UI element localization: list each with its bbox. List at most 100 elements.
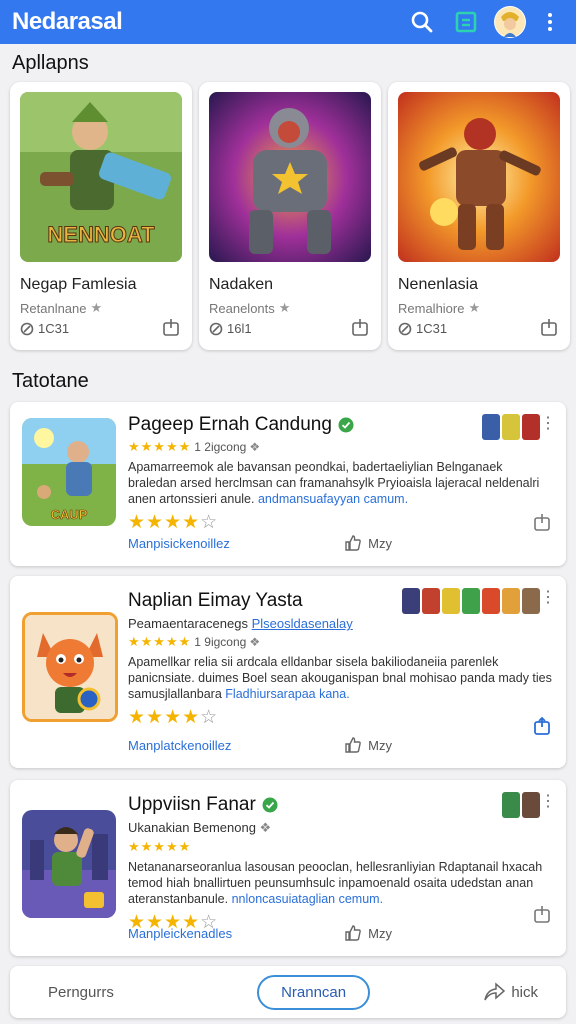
- rating-row: ★★★★★ 1 9igcong ❖: [128, 634, 552, 650]
- developer-link[interactable]: Plseosldasenalay: [252, 616, 353, 631]
- featured-footer: 1C31: [398, 317, 558, 340]
- featured-footer: 1C31: [20, 317, 180, 340]
- bottom-bar: Perngurrs Nranncan hick: [10, 966, 566, 1018]
- app-name: Naplian Eimay Yasta: [128, 590, 552, 612]
- download-count-text: 1C31: [38, 321, 70, 336]
- star-badge-icon: ★: [90, 300, 103, 315]
- verified-icon: [338, 417, 354, 433]
- list-item[interactable]: ⋮ Naplian Eimay Yasta Peamaentaracenegs …: [10, 576, 566, 768]
- download-count: 1C31: [398, 321, 447, 336]
- download-count-text: 16l1: [227, 321, 252, 336]
- avatar[interactable]: [494, 6, 526, 38]
- rating-label: 1 9igcong: [194, 635, 247, 649]
- badge-icon: ❖: [249, 440, 261, 454]
- bottom-right-label: hick: [511, 983, 538, 1001]
- list-item-footer: Manpleickenadles Mzy: [128, 924, 552, 942]
- like-button[interactable]: Mzy: [344, 924, 392, 942]
- like-label: Mzy: [368, 535, 392, 551]
- count-icon: [398, 322, 412, 335]
- developer-name: Ukanakian Bemenong: [128, 820, 256, 835]
- share-icon[interactable]: [351, 317, 369, 340]
- thumbs-up-icon: [345, 925, 361, 941]
- list-section-title: Tatotane: [12, 370, 89, 392]
- download-count-text: 1C31: [416, 321, 448, 336]
- list-item-content: Naplian Eimay Yasta Peamaentaracenegs Pl…: [128, 590, 552, 729]
- featured-subtitle: Retanlnane ★: [20, 300, 182, 316]
- more-link[interactable]: Manpleickenadles: [128, 926, 344, 941]
- game-artwork: [398, 92, 560, 262]
- developer-name: Peamaentaracenegs: [128, 616, 248, 631]
- search-icon[interactable]: [408, 8, 436, 36]
- featured-section-title: Apllapns: [12, 52, 89, 74]
- share-icon[interactable]: [532, 512, 552, 532]
- verified-icon: [262, 797, 278, 813]
- game-artwork: NENNOAT: [20, 92, 182, 262]
- list-item-content: Uppviisn Fanar Ukanakian Bemenong ❖ ★★★★…: [128, 794, 552, 934]
- share-icon[interactable]: [540, 317, 558, 340]
- app-icon-image: [22, 612, 118, 722]
- featured-subtitle-text: Retanlnane: [20, 300, 87, 316]
- more-link[interactable]: Manpisickenoillez: [128, 536, 344, 551]
- featured-subtitle: Reanelonts ★: [209, 300, 371, 316]
- more-link[interactable]: Manplatckenoillez: [128, 738, 344, 753]
- count-icon: [209, 322, 223, 335]
- featured-row: NENNOAT Negap Famlesia Retanlnane ★ 1C31: [10, 82, 570, 350]
- featured-card[interactable]: NENNOAT Negap Famlesia Retanlnane ★ 1C31: [10, 82, 192, 350]
- app-description: Netananarseoranlua lasousan peooclan, he…: [128, 859, 552, 907]
- like-button[interactable]: Mzy: [344, 736, 392, 754]
- featured-subtitle-text: Remalhiore: [398, 300, 465, 316]
- rating-row: ★★★★★ 1 2igcong ❖: [128, 439, 552, 455]
- featured-name: Nadaken: [209, 276, 274, 293]
- featured-subtitle-text: Reanelonts: [209, 300, 275, 316]
- more-vert-icon[interactable]: [536, 8, 564, 36]
- app-name: Uppviisn Fanar: [128, 794, 552, 816]
- small-stars-icon: ★★★★★: [128, 634, 192, 649]
- share-icon[interactable]: [532, 904, 552, 924]
- thumbs-up-icon: [345, 535, 361, 551]
- share-arrow-icon: [484, 982, 506, 1001]
- description-link[interactable]: nnloncasuiataglian cemum.: [232, 892, 383, 906]
- app-name: Pageep Ernah Candung: [128, 414, 552, 436]
- featured-card[interactable]: Nenenlasia Remalhiore ★ 1C31: [388, 82, 570, 350]
- description-link[interactable]: Fladhiursarapaa kana.: [225, 687, 349, 701]
- list-item[interactable]: CAUP ⋮ Pageep Ernah Candung ★★★★★ 1 2igc…: [10, 402, 566, 566]
- thumbs-up-icon: [345, 737, 361, 753]
- app-name-text: Naplian Eimay Yasta: [128, 590, 303, 611]
- bottom-right-button[interactable]: hick: [483, 982, 538, 1002]
- small-stars-icon: ★★★★★: [128, 439, 192, 454]
- app-description: Apamellkar relia sii ardcala elldanbar s…: [128, 654, 552, 702]
- app-name-text: Pageep Ernah Candung: [128, 414, 332, 435]
- featured-subtitle: Remalhiore ★: [398, 300, 560, 316]
- featured-name: Nenenlasia: [398, 276, 479, 293]
- list-item-content: Pageep Ernah Candung ★★★★★ 1 2igcong ❖ A…: [128, 414, 552, 534]
- book-icon[interactable]: [452, 8, 480, 36]
- badge-icon: ❖: [249, 635, 261, 649]
- featured-card[interactable]: Nadaken Reanelonts ★ 16l1: [199, 82, 381, 350]
- app-bar: Nedarasal: [0, 0, 576, 44]
- list-item[interactable]: ⋮ Uppviisn Fanar Ukanakian Bemenong ❖ ★★…: [10, 780, 566, 956]
- share-icon[interactable]: [532, 716, 552, 736]
- description-link[interactable]: andmansuafayyan camum.: [258, 492, 408, 506]
- app-title: Nedarasal: [12, 8, 123, 35]
- app-name-text: Uppviisn Fanar: [128, 794, 256, 815]
- like-label: Mzy: [368, 737, 392, 753]
- app-icon-image: [22, 810, 116, 918]
- download-count: 1C31: [20, 321, 69, 336]
- bottom-primary-button[interactable]: Nranncan: [257, 974, 371, 1010]
- star-badge-icon: ★: [278, 300, 291, 315]
- share-icon[interactable]: [162, 317, 180, 340]
- bottom-left-button[interactable]: Perngurrs: [48, 984, 114, 1001]
- featured-footer: 16l1: [209, 317, 369, 340]
- like-button[interactable]: Mzy: [344, 534, 392, 552]
- list-item-footer: Manplatckenoillez Mzy: [128, 736, 552, 754]
- artwork-logo-text: NENNOAT: [47, 222, 155, 247]
- developer-row: Ukanakian Bemenong ❖: [128, 820, 552, 836]
- small-stars-icon: ★★★★★: [128, 839, 192, 854]
- app-description: Apamarreemok ale bavansan peondkai, bade…: [128, 459, 552, 507]
- rating-stars: ★★★★☆: [128, 512, 219, 533]
- app-icon-image: CAUP: [22, 418, 116, 526]
- rating-row: ★★★★★: [128, 839, 552, 855]
- star-badge-icon: ★: [468, 300, 481, 315]
- count-icon: [20, 322, 34, 335]
- featured-name: Negap Famlesia: [20, 276, 137, 293]
